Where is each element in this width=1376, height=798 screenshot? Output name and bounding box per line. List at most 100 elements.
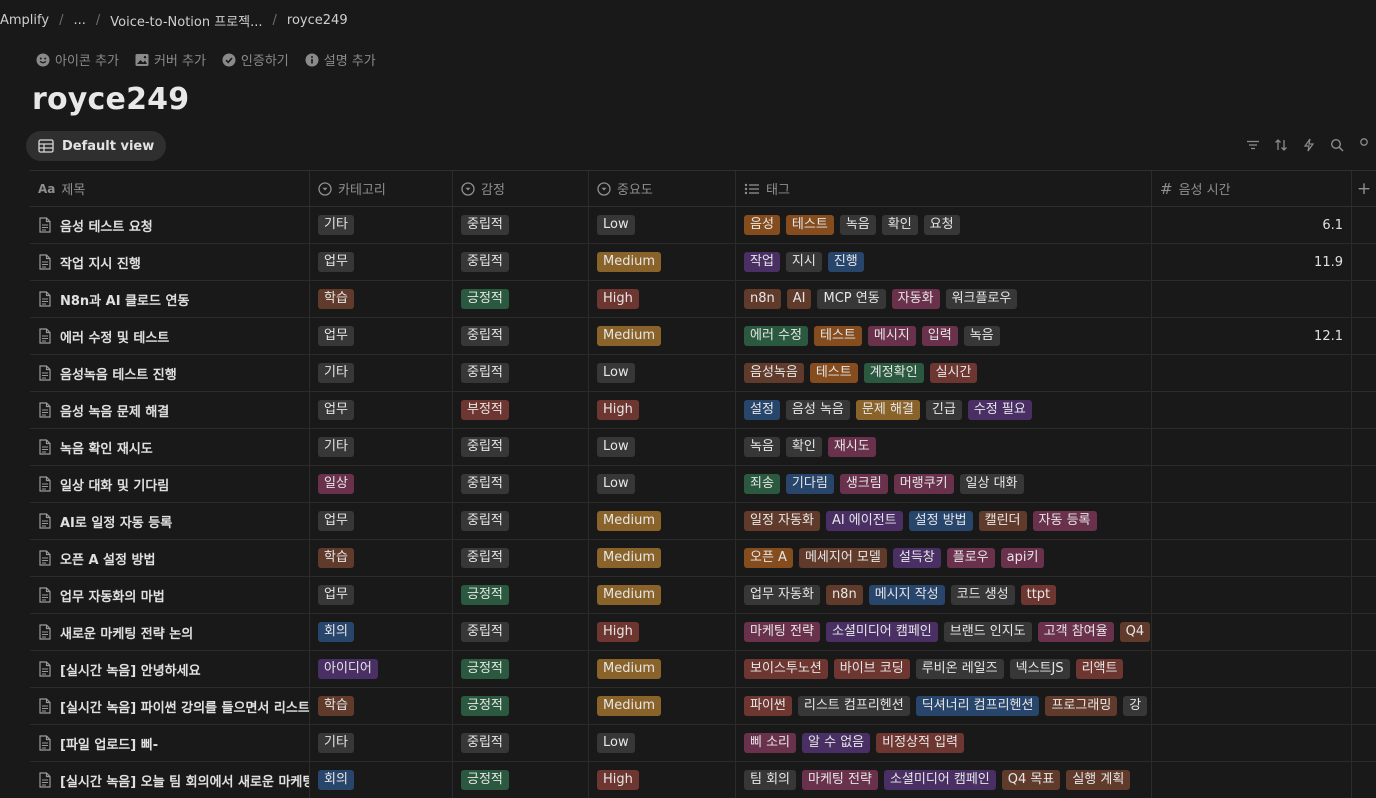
add-icon-button[interactable]: 아이콘 추가 xyxy=(36,50,119,69)
cell-category[interactable]: 학습 xyxy=(310,688,453,724)
cell-tags[interactable]: 죄송 기다림 생크림 머랭쿠키 일상 대화 xyxy=(736,466,1152,502)
cell-tags[interactable]: n8n AI MCP 연동 자동화 워크플로우 xyxy=(736,281,1152,317)
row-title[interactable]: 에러 수정 및 테스트 xyxy=(60,327,169,346)
row-title[interactable]: 새로운 마케팅 전략 논의 xyxy=(60,623,193,642)
cell-importance[interactable]: Medium xyxy=(589,244,736,280)
table-row[interactable]: [파일 업로드] 삐- 기타 중립적 Low 삐 소리 알 수 없음 비정상적 입력 xyxy=(30,725,1376,762)
row-title[interactable]: AI로 일정 자동 등록 xyxy=(60,512,172,531)
cell-duration[interactable] xyxy=(1152,725,1352,761)
cell-tags[interactable]: 음성녹음 테스트 계정확인 실시간 xyxy=(736,355,1152,391)
cell-category[interactable]: 기타 xyxy=(310,429,453,465)
page-title[interactable]: royce249 xyxy=(32,82,189,117)
cell-emotion[interactable]: 중립적 xyxy=(453,207,589,243)
cell-duration[interactable] xyxy=(1152,540,1352,576)
cell-emotion[interactable]: 긍정적 xyxy=(453,688,589,724)
sort-icon[interactable] xyxy=(1274,137,1288,153)
row-title[interactable]: [실시간 녹음] 오늘 팀 회의에서 새로운 마케팅 xyxy=(60,771,309,790)
row-title[interactable]: N8n과 AI 클로드 연동 xyxy=(60,290,189,309)
cell-emotion[interactable]: 부정적 xyxy=(453,392,589,428)
cell-title[interactable]: 일상 대화 및 기다림 xyxy=(30,466,310,502)
cell-title[interactable]: 녹음 확인 재시도 xyxy=(30,429,310,465)
cell-importance[interactable]: Low xyxy=(589,466,736,502)
cell-duration[interactable] xyxy=(1152,577,1352,613)
table-row[interactable]: 작업 지시 진행 업무 중립적 Medium 작업 지시 진행 11.9 xyxy=(30,244,1376,281)
column-header-importance[interactable]: 중요도 xyxy=(589,171,736,206)
cell-importance[interactable]: Medium xyxy=(589,503,736,539)
cell-importance[interactable]: Low xyxy=(589,355,736,391)
automation-icon[interactable] xyxy=(1302,137,1316,153)
breadcrumb-item-current[interactable]: royce249 xyxy=(283,13,352,28)
cell-duration[interactable]: 12.1 xyxy=(1152,318,1352,354)
cell-emotion[interactable]: 중립적 xyxy=(453,466,589,502)
cell-emotion[interactable]: 중립적 xyxy=(453,244,589,280)
cell-importance[interactable]: High xyxy=(589,281,736,317)
cell-title[interactable]: [실시간 녹음] 안녕하세요 xyxy=(30,651,310,687)
cell-tags[interactable]: 보이스투노션 바이브 코딩 루비온 레일즈 넥스트JS 리액트 xyxy=(736,651,1152,687)
cell-tags[interactable]: 설정 음성 녹음 문제 해결 긴급 수정 필요 xyxy=(736,392,1152,428)
breadcrumb-item-ellipsis[interactable]: ... xyxy=(69,13,89,28)
cell-category[interactable]: 업무 xyxy=(310,244,453,280)
cell-duration[interactable]: 6.1 xyxy=(1152,207,1352,243)
cell-title[interactable]: 음성 테스트 요청 xyxy=(30,207,310,243)
cell-tags[interactable]: 일정 자동화 AI 에이전트 설정 방법 캘린더 자동 등록 xyxy=(736,503,1152,539)
cell-duration[interactable] xyxy=(1152,281,1352,317)
cell-title[interactable]: 오픈 A 설정 방법 xyxy=(30,540,310,576)
cell-category[interactable]: 업무 xyxy=(310,503,453,539)
cell-tags[interactable]: 에러 수정 테스트 메시지 입력 녹음 xyxy=(736,318,1152,354)
cell-importance[interactable]: Low xyxy=(589,725,736,761)
cell-importance[interactable]: Low xyxy=(589,429,736,465)
cell-duration[interactable] xyxy=(1152,392,1352,428)
cell-category[interactable]: 아이디어 xyxy=(310,651,453,687)
cell-tags[interactable]: 팀 회의 마케팅 전략 소셜미디어 캠페인 Q4 목표 실행 계획 xyxy=(736,762,1152,798)
cell-duration[interactable] xyxy=(1152,503,1352,539)
search-icon[interactable] xyxy=(1330,137,1344,153)
table-row[interactable]: [실시간 녹음] 오늘 팀 회의에서 새로운 마케팅 회의 긍정적 High 팀 회의 마… xyxy=(30,762,1376,798)
cell-tags[interactable]: 오픈 A 메세지어 모델 설득창 플로우 api키 xyxy=(736,540,1152,576)
table-row[interactable]: 새로운 마케팅 전략 논의 회의 중립적 High 마케팅 전략 소셜미디어 캠페인 브랜드… xyxy=(30,614,1376,651)
cell-duration[interactable] xyxy=(1152,614,1352,650)
table-row[interactable]: 녹음 확인 재시도 기타 중립적 Low 녹음 확인 재시도 xyxy=(30,429,1376,466)
cell-title[interactable]: 작업 지시 진행 xyxy=(30,244,310,280)
cell-emotion[interactable]: 긍정적 xyxy=(453,762,589,798)
cell-emotion[interactable]: 중립적 xyxy=(453,318,589,354)
table-row[interactable]: 에러 수정 및 테스트 업무 중립적 Medium 에러 수정 테스트 메시지 입력 녹음 12.… xyxy=(30,318,1376,355)
cell-importance[interactable]: Medium xyxy=(589,540,736,576)
cell-importance[interactable]: High xyxy=(589,392,736,428)
cell-title[interactable]: [실시간 녹음] 오늘 팀 회의에서 새로운 마케팅 xyxy=(30,762,310,798)
cell-title[interactable]: 새로운 마케팅 전략 논의 xyxy=(30,614,310,650)
cell-title[interactable]: 에러 수정 및 테스트 xyxy=(30,318,310,354)
cell-tags[interactable]: 마케팅 전략 소셜미디어 캠페인 브랜드 인지도 고객 참여율 Q4 xyxy=(736,614,1152,650)
table-row[interactable]: 음성 녹음 문제 해결 업무 부정적 High 설정 음성 녹음 문제 해결 긴급 수정 필요 xyxy=(30,392,1376,429)
cell-importance[interactable]: Low xyxy=(589,207,736,243)
cell-tags[interactable]: 녹음 확인 재시도 xyxy=(736,429,1152,465)
row-title[interactable]: 음성녹음 테스트 진행 xyxy=(60,364,177,383)
cell-category[interactable]: 업무 xyxy=(310,392,453,428)
column-header-category[interactable]: 카테고리 xyxy=(310,171,453,206)
cell-category[interactable]: 학습 xyxy=(310,540,453,576)
cell-title[interactable]: 업무 자동화의 마법 xyxy=(30,577,310,613)
cell-title[interactable]: N8n과 AI 클로드 연동 xyxy=(30,281,310,317)
cell-emotion[interactable]: 중립적 xyxy=(453,725,589,761)
cell-emotion[interactable]: 긍정적 xyxy=(453,577,589,613)
cell-category[interactable]: 업무 xyxy=(310,577,453,613)
column-header-title[interactable]: Aa 제목 xyxy=(30,171,310,206)
column-header-tags[interactable]: 태그 xyxy=(736,171,1152,206)
cell-importance[interactable]: Medium xyxy=(589,688,736,724)
breadcrumb-item-workspace[interactable]: Amplify xyxy=(0,13,53,28)
column-header-emotion[interactable]: 감정 xyxy=(453,171,589,206)
cell-category[interactable]: 회의 xyxy=(310,762,453,798)
row-title[interactable]: [파일 업로드] 삐- xyxy=(60,734,158,753)
cell-title[interactable]: [실시간 녹음] 파이썬 강의를 들으면서 리스트 xyxy=(30,688,310,724)
table-row[interactable]: AI로 일정 자동 등록 업무 중립적 Medium 일정 자동화 AI 에이전트 설정 방… xyxy=(30,503,1376,540)
table-row[interactable]: 오픈 A 설정 방법 학습 중립적 Medium 오픈 A 메세지어 모델 설득창 플로우 ap… xyxy=(30,540,1376,577)
cell-duration[interactable]: 11.9 xyxy=(1152,244,1352,280)
row-title[interactable]: 오픈 A 설정 방법 xyxy=(60,549,155,568)
cell-emotion[interactable]: 중립적 xyxy=(453,429,589,465)
filter-icon[interactable] xyxy=(1246,137,1260,153)
table-row[interactable]: 음성 테스트 요청 기타 중립적 Low 음성 테스트 녹음 확인 요청 6.1 xyxy=(30,207,1376,244)
cell-title[interactable]: 음성 녹음 문제 해결 xyxy=(30,392,310,428)
cell-emotion[interactable]: 중립적 xyxy=(453,540,589,576)
column-header-duration[interactable]: # 음성 시간 xyxy=(1152,171,1352,206)
cell-importance[interactable]: Medium xyxy=(589,318,736,354)
more-icon[interactable] xyxy=(1358,137,1372,153)
